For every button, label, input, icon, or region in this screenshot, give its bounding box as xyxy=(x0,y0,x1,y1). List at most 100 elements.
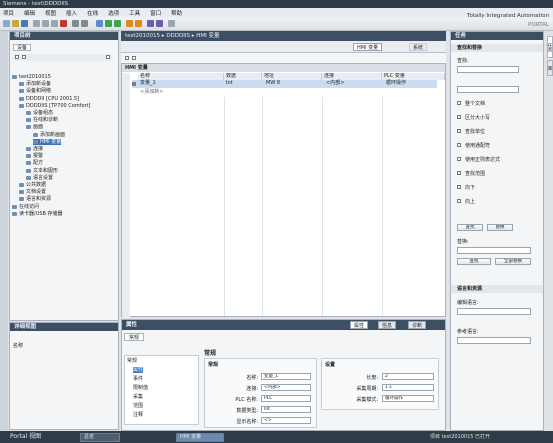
tree-item[interactable]: 连接 xyxy=(26,146,43,152)
tab-properties[interactable]: 属性 xyxy=(350,321,369,329)
tree-item[interactable]: 添加新画面 xyxy=(33,132,65,138)
tree-item[interactable]: 设备和网络 xyxy=(19,88,51,94)
tree-item[interactable]: 公共数据 xyxy=(19,182,46,188)
tab-hmi-tags[interactable]: HMI 变量 xyxy=(353,43,383,51)
tree-item[interactable]: 读卡器/USB 存储器 xyxy=(12,211,63,217)
option-checkbox[interactable] xyxy=(457,115,461,119)
option-checkbox[interactable] xyxy=(457,185,461,189)
portal-view-link[interactable]: Portal 视图 xyxy=(10,432,41,442)
download-icon[interactable] xyxy=(105,20,112,27)
col-name[interactable]: 名称 xyxy=(138,73,224,80)
property-nav-item[interactable]: 注释 xyxy=(133,412,143,418)
side-tab-tasks[interactable]: 任务 xyxy=(547,36,553,58)
tree-item[interactable]: test2010015 xyxy=(12,74,51,80)
property-nav-item[interactable]: 范围 xyxy=(133,403,143,409)
tab-devices[interactable]: 设备 xyxy=(13,44,32,51)
tree-item[interactable]: DDDDII [CPU 2001.5] xyxy=(19,96,79,102)
option-checkbox[interactable] xyxy=(457,143,461,147)
taskbar-overview[interactable]: 总览 xyxy=(80,433,120,442)
simulation-icon[interactable] xyxy=(147,20,154,27)
go-online-icon[interactable] xyxy=(126,20,133,27)
acq-cycle-field[interactable]: 1 s xyxy=(382,384,434,391)
paste-icon[interactable] xyxy=(51,20,58,27)
go-offline-icon[interactable] xyxy=(135,20,142,27)
tree-item[interactable]: 文档设置 xyxy=(19,189,46,195)
find-next-button[interactable]: 查找 xyxy=(457,258,491,265)
languages-header[interactable]: 语言和资源 xyxy=(451,285,543,293)
tree-item[interactable]: 设备组态 xyxy=(26,110,53,116)
length-field[interactable]: 2 xyxy=(382,373,434,380)
tree-item[interactable]: 语言和资源 xyxy=(19,196,51,202)
save-icon[interactable] xyxy=(21,20,28,27)
tree-item[interactable]: 添加新设备 xyxy=(19,81,51,87)
connection-field[interactable]: <内部> xyxy=(261,384,311,391)
property-nav-item[interactable]: 事件 xyxy=(133,376,143,382)
col-datatype[interactable]: 数据 xyxy=(224,73,262,80)
cut-icon[interactable] xyxy=(33,20,40,27)
split-editor-icon[interactable] xyxy=(168,20,175,27)
menu-edit[interactable]: 编辑 xyxy=(24,9,35,17)
reference-language-select[interactable] xyxy=(457,337,531,344)
menu-online[interactable]: 在线 xyxy=(87,9,98,17)
replace-input[interactable] xyxy=(457,86,519,93)
tree-item[interactable]: HMI 变量 xyxy=(33,138,62,145)
option-checkbox[interactable] xyxy=(457,129,461,133)
accessible-devices-icon[interactable] xyxy=(156,20,163,27)
delete-icon[interactable] xyxy=(60,20,67,27)
add-tag-icon[interactable] xyxy=(125,56,129,60)
undo-icon[interactable] xyxy=(72,20,79,27)
side-tab-libraries[interactable]: 库 xyxy=(547,60,553,76)
option-checkbox[interactable] xyxy=(457,157,461,161)
property-nav-item[interactable]: 采集 xyxy=(133,394,143,400)
tab-info[interactable]: 信息 xyxy=(378,321,397,329)
tree-item[interactable]: 在线访问 xyxy=(12,204,39,210)
replace-all-button[interactable]: 全部替换 xyxy=(495,258,531,265)
tab-system[interactable]: 系统 xyxy=(409,43,428,51)
menu-project[interactable]: 项目 xyxy=(3,9,14,17)
export-icon[interactable] xyxy=(132,56,136,60)
option-checkbox[interactable] xyxy=(457,199,461,203)
open-icon[interactable] xyxy=(12,20,19,27)
tree-view-icon[interactable] xyxy=(106,55,110,59)
tree-item[interactable]: 文本和图形 xyxy=(26,168,58,174)
tree-item[interactable]: 配方 xyxy=(26,160,43,166)
find-replace-header[interactable]: 查找和替换 xyxy=(451,44,543,52)
acq-mode-field[interactable]: 循环操作 xyxy=(382,395,434,402)
redo-icon[interactable] xyxy=(81,20,88,27)
forward-icon[interactable] xyxy=(22,55,26,59)
copy-icon[interactable] xyxy=(42,20,49,27)
upload-icon[interactable] xyxy=(114,20,121,27)
tab-diagnostics[interactable]: 诊断 xyxy=(408,321,427,329)
subtab-general[interactable]: 常规 xyxy=(124,333,145,341)
display-name-field[interactable]: <> xyxy=(261,417,311,424)
col-plc-tag[interactable]: PLC 变量 xyxy=(382,73,445,80)
table-row-add-new[interactable]: <添加新> xyxy=(132,89,437,97)
edit-language-select[interactable] xyxy=(457,308,531,315)
taskbar-hmi-tags[interactable]: HMI 变量 xyxy=(176,433,224,442)
option-checkbox[interactable] xyxy=(457,171,461,175)
table-row[interactable]: 变量_1 Int MW 8 <内部> 循环操作 xyxy=(132,80,437,88)
find-input[interactable] xyxy=(457,66,519,73)
col-address[interactable]: 地址 xyxy=(262,73,322,80)
tree-item[interactable]: 报警 xyxy=(26,153,43,159)
compile-icon[interactable] xyxy=(96,20,103,27)
menu-tools[interactable]: 工具 xyxy=(129,9,140,17)
property-nav-item[interactable]: 常规 xyxy=(127,358,137,364)
property-nav-item[interactable]: 限制值 xyxy=(133,385,148,391)
find-button[interactable]: 查找 xyxy=(457,224,483,231)
back-icon[interactable] xyxy=(15,55,19,59)
new-project-icon[interactable] xyxy=(3,20,10,27)
option-checkbox[interactable] xyxy=(457,101,461,105)
tree-item[interactable]: 在线和诊断 xyxy=(26,117,58,123)
replace-with-input[interactable] xyxy=(457,247,531,254)
menu-insert[interactable]: 插入 xyxy=(66,9,77,17)
name-field[interactable]: 变量_1 xyxy=(261,373,311,380)
tree-item[interactable]: DDDDIIS [TP700 Comfort] xyxy=(19,103,90,109)
datatype-field[interactable]: Int xyxy=(261,406,311,413)
menu-options[interactable]: 选项 xyxy=(108,9,119,17)
replace-button[interactable]: 替换 xyxy=(487,224,513,231)
plc-name-field[interactable]: PLC xyxy=(261,395,311,402)
menu-help[interactable]: 帮助 xyxy=(171,9,182,17)
menu-view[interactable]: 视图 xyxy=(45,9,56,17)
col-connection[interactable]: 连接 xyxy=(322,73,382,80)
